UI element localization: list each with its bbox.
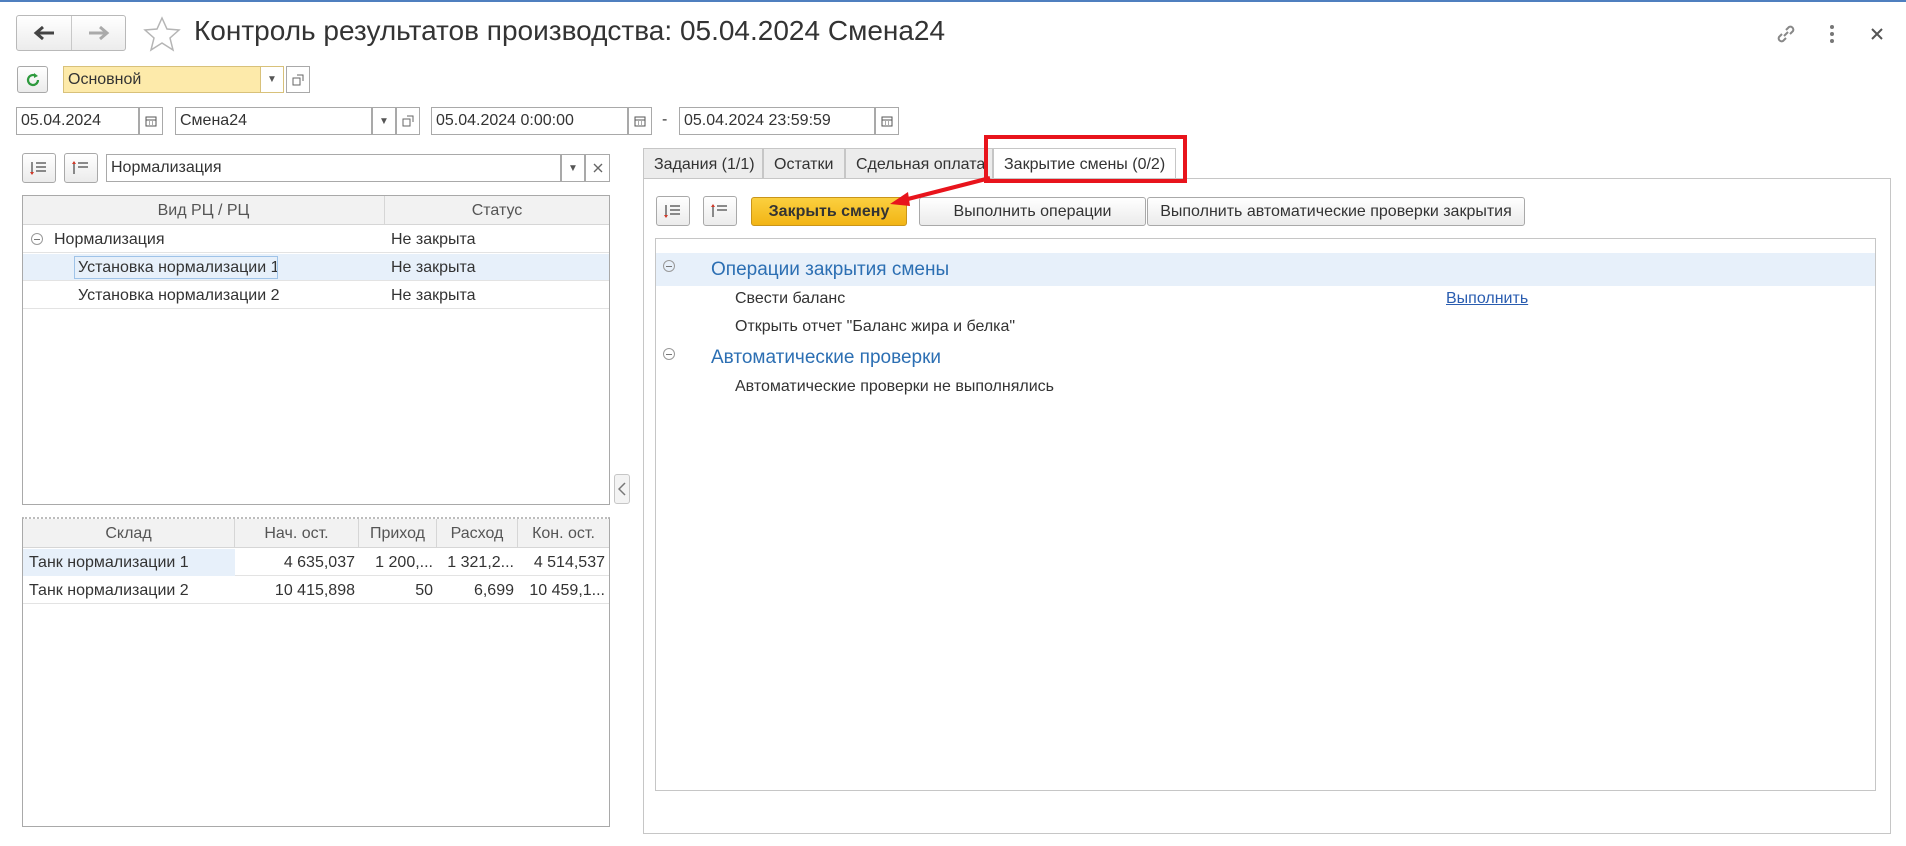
checks-section-title: Автоматические проверки [711, 347, 942, 368]
refresh-icon [26, 72, 39, 86]
open-window-icon [402, 115, 414, 127]
back-button[interactable] [17, 16, 71, 50]
column-header-end-balance[interactable]: Кон. ост. [518, 519, 609, 548]
chevron-down-icon: ▼ [267, 74, 277, 85]
nav-buttons [16, 15, 126, 51]
workcenter-filter-clear[interactable] [585, 154, 610, 182]
cell-expense: 6,699 [473, 582, 514, 599]
close-button[interactable] [1862, 19, 1892, 49]
tab-tasks[interactable]: Задания (1/1) [643, 148, 763, 179]
column-header-expense[interactable]: Расход [437, 519, 518, 548]
calendar-icon [634, 116, 646, 127]
column-header-income[interactable]: Приход [359, 519, 437, 548]
arrow-left-icon [33, 25, 54, 41]
period-separator: - [662, 111, 668, 128]
stock-table: Склад Нач. ост. Приход Расход Кон. ост. … [22, 517, 610, 827]
row-name: Нормализация [54, 231, 165, 248]
cell-end-balance: 4 514,537 [533, 554, 605, 571]
column-header-workcenter[interactable]: Вид РЦ / РЦ [23, 196, 385, 225]
collapse-all-icon [72, 161, 88, 174]
checks-status-text: Автоматические проверки не выполнялись [735, 378, 1054, 395]
favorite-button[interactable] [142, 16, 182, 52]
close-icon [593, 163, 602, 173]
row-name: Установка нормализации 1 [74, 256, 278, 279]
chevron-down-icon: ▼ [568, 162, 578, 174]
row-status: Не закрыта [391, 259, 476, 276]
workcenter-filter-dropdown[interactable]: ▼ [561, 154, 585, 182]
window-top-border [0, 0, 1906, 2]
workcenter-filter-field[interactable]: Нормализация [106, 154, 561, 182]
collapse-toggle-icon[interactable] [663, 260, 675, 272]
shift-field[interactable]: Смена24 [175, 107, 372, 135]
period-end-field[interactable]: 05.04.2024 23:59:59 [679, 107, 875, 135]
collapse-toggle-icon[interactable] [663, 348, 675, 360]
calendar-icon [145, 116, 157, 127]
row-name: Установка нормализации 2 [78, 287, 280, 304]
link-button[interactable] [1771, 19, 1801, 49]
op-name: Свести баланс [735, 290, 846, 307]
expand-all-icon [664, 205, 680, 218]
more-icon [1830, 25, 1834, 43]
link-icon [1777, 25, 1795, 43]
date-calendar-button[interactable] [139, 107, 163, 135]
row-status: Не закрыта [391, 287, 476, 304]
chevron-down-icon: ▼ [379, 115, 389, 127]
table-row[interactable]: Установка нормализации 2 Не закрыта [23, 282, 609, 309]
expand-all-icon [30, 162, 46, 175]
column-header-status[interactable]: Статус [385, 196, 609, 225]
table-row[interactable]: Танк нормализации 2 10 415,898 50 6,699 … [23, 577, 609, 604]
panel-collapse-handle[interactable] [614, 474, 630, 504]
tab-balances[interactable]: Остатки [763, 148, 845, 179]
variant-open-button[interactable] [286, 66, 310, 93]
collapse-all-button[interactable] [703, 196, 737, 226]
period-start-field[interactable]: 05.04.2024 0:00:00 [431, 107, 628, 135]
collapse-all-icon [711, 204, 727, 217]
table-row[interactable]: Нормализация Не закрыта [23, 226, 609, 253]
forward-button[interactable] [71, 16, 125, 50]
ops-section-title: Операции закрытия смены [711, 259, 950, 280]
cell-warehouse: Танк нормализации 1 [23, 549, 235, 576]
period-start-calendar-button[interactable] [628, 107, 652, 135]
close-icon [1871, 28, 1883, 40]
period-end-calendar-button[interactable] [875, 107, 899, 135]
cell-start-balance: 4 635,037 [283, 554, 355, 571]
cell-warehouse: Танк нормализации 2 [29, 582, 189, 599]
column-header-start-balance[interactable]: Нач. ост. [235, 519, 359, 548]
shift-dropdown-button[interactable]: ▼ [372, 107, 396, 135]
variant-select[interactable]: Основной [63, 66, 261, 93]
row-status: Не закрыта [391, 231, 476, 248]
column-header-warehouse[interactable]: Склад [23, 519, 235, 548]
expand-all-button[interactable] [656, 196, 690, 226]
open-window-icon [292, 74, 304, 85]
collapse-toggle-icon[interactable] [31, 233, 43, 245]
shift-open-button[interactable] [396, 107, 420, 135]
table-row-selected[interactable]: Установка нормализации 1 Не закрыта [23, 254, 609, 281]
cell-income: 1 200,... [375, 554, 433, 571]
page-title: Контроль результатов производства: 05.04… [194, 15, 946, 46]
expand-all-button[interactable] [22, 153, 56, 183]
collapse-all-button[interactable] [64, 153, 98, 183]
execute-link[interactable]: Выполнить [1446, 290, 1528, 308]
annotation-arrow [890, 176, 991, 206]
star-icon [143, 16, 181, 52]
date-field[interactable]: 05.04.2024 [16, 107, 139, 135]
chevron-left-icon [618, 482, 626, 496]
arrow-right-icon [88, 25, 109, 41]
op-name: Открыть отчет "Баланс жира и белка" [735, 318, 1016, 335]
table-row[interactable]: Танк нормализации 1 4 635,037 1 200,... … [23, 549, 609, 576]
refresh-button[interactable] [17, 66, 48, 93]
variant-dropdown-button[interactable]: ▼ [260, 66, 284, 93]
more-button[interactable] [1817, 19, 1847, 49]
cell-income: 50 [415, 582, 433, 599]
run-auto-checks-button[interactable]: Выполнить автоматические проверки закрыт… [1147, 197, 1525, 226]
cell-expense: 1 321,2... [447, 554, 514, 571]
calendar-icon [881, 116, 893, 127]
workcenter-tree-table: Вид РЦ / РЦ Статус Нормализация Не закры… [22, 195, 610, 505]
cell-end-balance: 10 459,1... [529, 582, 605, 599]
cell-start-balance: 10 415,898 [274, 582, 355, 599]
highlight-frame [984, 135, 1187, 183]
